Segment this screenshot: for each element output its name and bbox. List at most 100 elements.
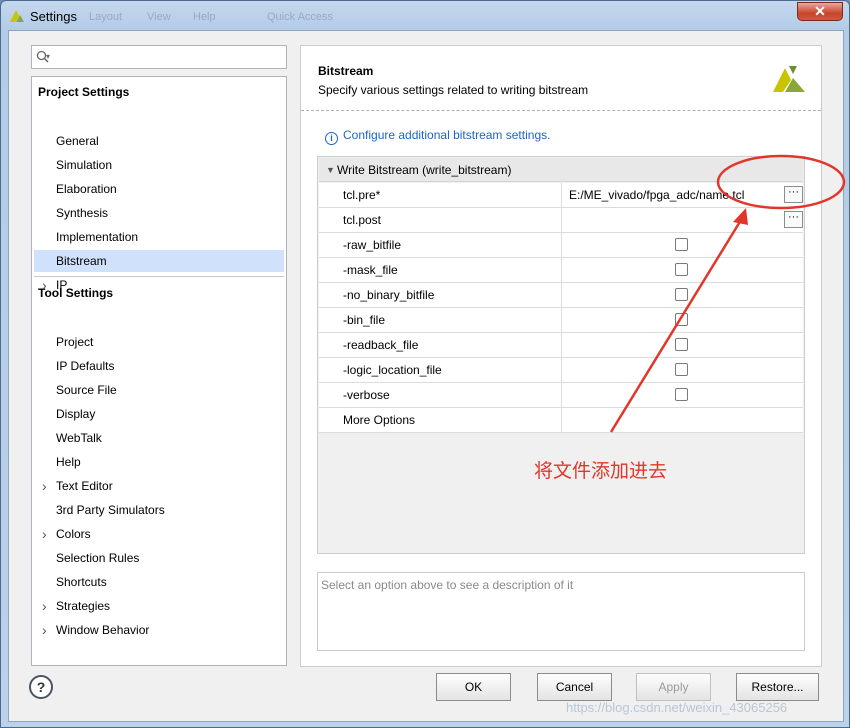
- option-value-cell[interactable]: E:/ME_vivado/fpga_adc/name.tcl ···: [561, 183, 803, 207]
- option-row-bin-file[interactable]: -bin_file: [319, 308, 803, 333]
- chevron-down-icon: ▼: [326, 165, 335, 175]
- option-checkbox[interactable]: [675, 338, 688, 351]
- sidebar-item-window-behavior[interactable]: › Window Behavior: [34, 619, 284, 641]
- chevron-right-icon[interactable]: ›: [42, 595, 47, 617]
- close-button[interactable]: ✕: [797, 2, 843, 21]
- sidebar-item-label: General: [56, 134, 99, 148]
- option-name: tcl.pre*: [343, 188, 381, 202]
- sidebar-item-project[interactable]: Project: [34, 331, 284, 353]
- window-title: Settings: [30, 9, 77, 24]
- description-box: Select an option above to see a descript…: [317, 572, 805, 651]
- sidebar-item-label: Simulation: [56, 158, 113, 172]
- sidebar-item-label: WebTalk: [56, 431, 102, 445]
- browse-button[interactable]: ···: [784, 211, 803, 228]
- option-value-cell[interactable]: ···: [561, 208, 803, 232]
- search-dropdown-icon: ▾: [46, 52, 51, 61]
- sidebar-item-label: Implementation: [56, 230, 139, 244]
- browse-button[interactable]: ···: [784, 186, 803, 203]
- option-value-cell[interactable]: [561, 283, 803, 307]
- write-bitstream-group[interactable]: ▼ Write Bitstream (write_bitstream): [319, 158, 803, 182]
- option-row-tcl-pre[interactable]: tcl.pre* E:/ME_vivado/fpga_adc/name.tcl ··…: [319, 183, 803, 208]
- option-value-cell[interactable]: [561, 308, 803, 332]
- vivado-logo-icon: [773, 66, 805, 92]
- sidebar-item-3rd-party-simulators[interactable]: 3rd Party Simulators: [34, 499, 284, 521]
- option-checkbox[interactable]: [675, 388, 688, 401]
- sidebar-item-source-file[interactable]: Source File: [34, 379, 284, 401]
- cancel-button[interactable]: Cancel: [537, 673, 612, 701]
- sidebar-item-help[interactable]: Help: [34, 451, 284, 473]
- option-checkbox[interactable]: [675, 238, 688, 251]
- ghost-menu-item: Quick Access: [267, 11, 334, 23]
- sidebar-item-shortcuts[interactable]: Shortcuts: [34, 571, 284, 593]
- settings-tree[interactable]: Project Settings Tool Settings General Si…: [31, 76, 287, 666]
- ghost-menu-item: View: [147, 11, 171, 23]
- option-row-more-options[interactable]: More Options: [319, 408, 803, 433]
- search-input[interactable]: ▾: [31, 45, 287, 69]
- sidebar-item-text-editor[interactable]: › Text Editor: [34, 475, 284, 497]
- option-row-mask-file[interactable]: -mask_file: [319, 258, 803, 283]
- chevron-right-icon[interactable]: ›: [42, 523, 47, 545]
- option-value-cell[interactable]: [561, 258, 803, 282]
- title-bar[interactable]: Settings Layout View Help Quick Access ✕: [1, 1, 849, 31]
- sidebar-item-colors[interactable]: › Colors: [34, 523, 284, 545]
- sidebar-item-webtalk[interactable]: WebTalk: [34, 427, 284, 449]
- option-value-cell[interactable]: [561, 233, 803, 257]
- option-row-logic-location-file[interactable]: -logic_location_file: [319, 358, 803, 383]
- apply-button[interactable]: Apply: [636, 673, 711, 701]
- chevron-right-icon[interactable]: ›: [42, 619, 47, 641]
- sidebar-item-label: Shortcuts: [56, 575, 107, 589]
- option-name: -raw_bitfile: [343, 238, 402, 252]
- option-value-cell[interactable]: [561, 408, 803, 432]
- option-checkbox[interactable]: [675, 363, 688, 376]
- page-title: Bitstream: [318, 64, 374, 78]
- sidebar-item-strategies[interactable]: › Strategies: [34, 595, 284, 617]
- sidebar-item-selection-rules[interactable]: Selection Rules: [34, 547, 284, 569]
- sidebar-item-implementation[interactable]: Implementation: [34, 226, 284, 248]
- option-checkbox[interactable]: [675, 288, 688, 301]
- ghost-menu-item: Layout: [89, 11, 123, 23]
- configure-link[interactable]: i Configure additional bitstream settings…: [325, 128, 550, 145]
- option-row-readback-file[interactable]: -readback_file: [319, 333, 803, 358]
- option-name: -verbose: [343, 388, 390, 402]
- sidebar-item-general[interactable]: General: [34, 130, 284, 152]
- sidebar-item-label: 3rd Party Simulators: [56, 503, 165, 517]
- sidebar-item-elaboration[interactable]: Elaboration: [34, 178, 284, 200]
- sidebar-item-ip[interactable]: › IP: [34, 274, 284, 296]
- bitstream-panel: Bitstream Specify various settings relat…: [300, 45, 822, 667]
- sidebar-item-ip-defaults[interactable]: IP Defaults: [34, 355, 284, 377]
- file-path-value[interactable]: E:/ME_vivado/fpga_adc/name.tcl: [569, 183, 744, 207]
- sidebar-item-synthesis[interactable]: Synthesis: [34, 202, 284, 224]
- sidebar-item-label: Source File: [56, 383, 117, 397]
- settings-window: Settings Layout View Help Quick Access ✕…: [0, 0, 850, 728]
- sidebar-item-label: Synthesis: [56, 206, 109, 220]
- header-divider: [301, 110, 821, 111]
- sidebar-item-display[interactable]: Display: [34, 403, 284, 425]
- watermark: https://blog.csdn.net/weixin_43065256: [566, 700, 788, 715]
- ok-button[interactable]: OK: [436, 673, 511, 701]
- help-button[interactable]: ?: [29, 675, 53, 699]
- close-icon: ✕: [814, 3, 826, 19]
- sidebar-item-label: Elaboration: [56, 182, 117, 196]
- option-name: tcl.post: [343, 213, 382, 227]
- vivado-logo-icon: [10, 10, 24, 22]
- option-row-tcl-post[interactable]: tcl.post ···: [319, 208, 803, 233]
- option-name: More Options: [343, 413, 416, 427]
- option-value-cell[interactable]: [561, 333, 803, 357]
- sidebar-item-simulation[interactable]: Simulation: [34, 154, 284, 176]
- sidebar-item-label: Project: [56, 335, 94, 349]
- chevron-right-icon[interactable]: ›: [42, 274, 47, 296]
- option-checkbox[interactable]: [675, 313, 688, 326]
- sidebar-item-label: Strategies: [56, 599, 111, 613]
- sidebar-item-bitstream[interactable]: Bitstream: [34, 250, 284, 272]
- option-checkbox[interactable]: [675, 263, 688, 276]
- sidebar-item-label: IP: [56, 278, 68, 292]
- restore-button[interactable]: Restore...: [736, 673, 819, 701]
- sidebar-item-label: Text Editor: [56, 479, 113, 493]
- chevron-right-icon[interactable]: ›: [42, 475, 47, 497]
- option-value-cell[interactable]: [561, 358, 803, 382]
- option-value-cell[interactable]: [561, 383, 803, 407]
- option-row-no-binary-bitfile[interactable]: -no_binary_bitfile: [319, 283, 803, 308]
- sidebar-item-label: Colors: [56, 527, 91, 541]
- option-row-raw-bitfile[interactable]: -raw_bitfile: [319, 233, 803, 258]
- option-row-verbose[interactable]: -verbose: [319, 383, 803, 408]
